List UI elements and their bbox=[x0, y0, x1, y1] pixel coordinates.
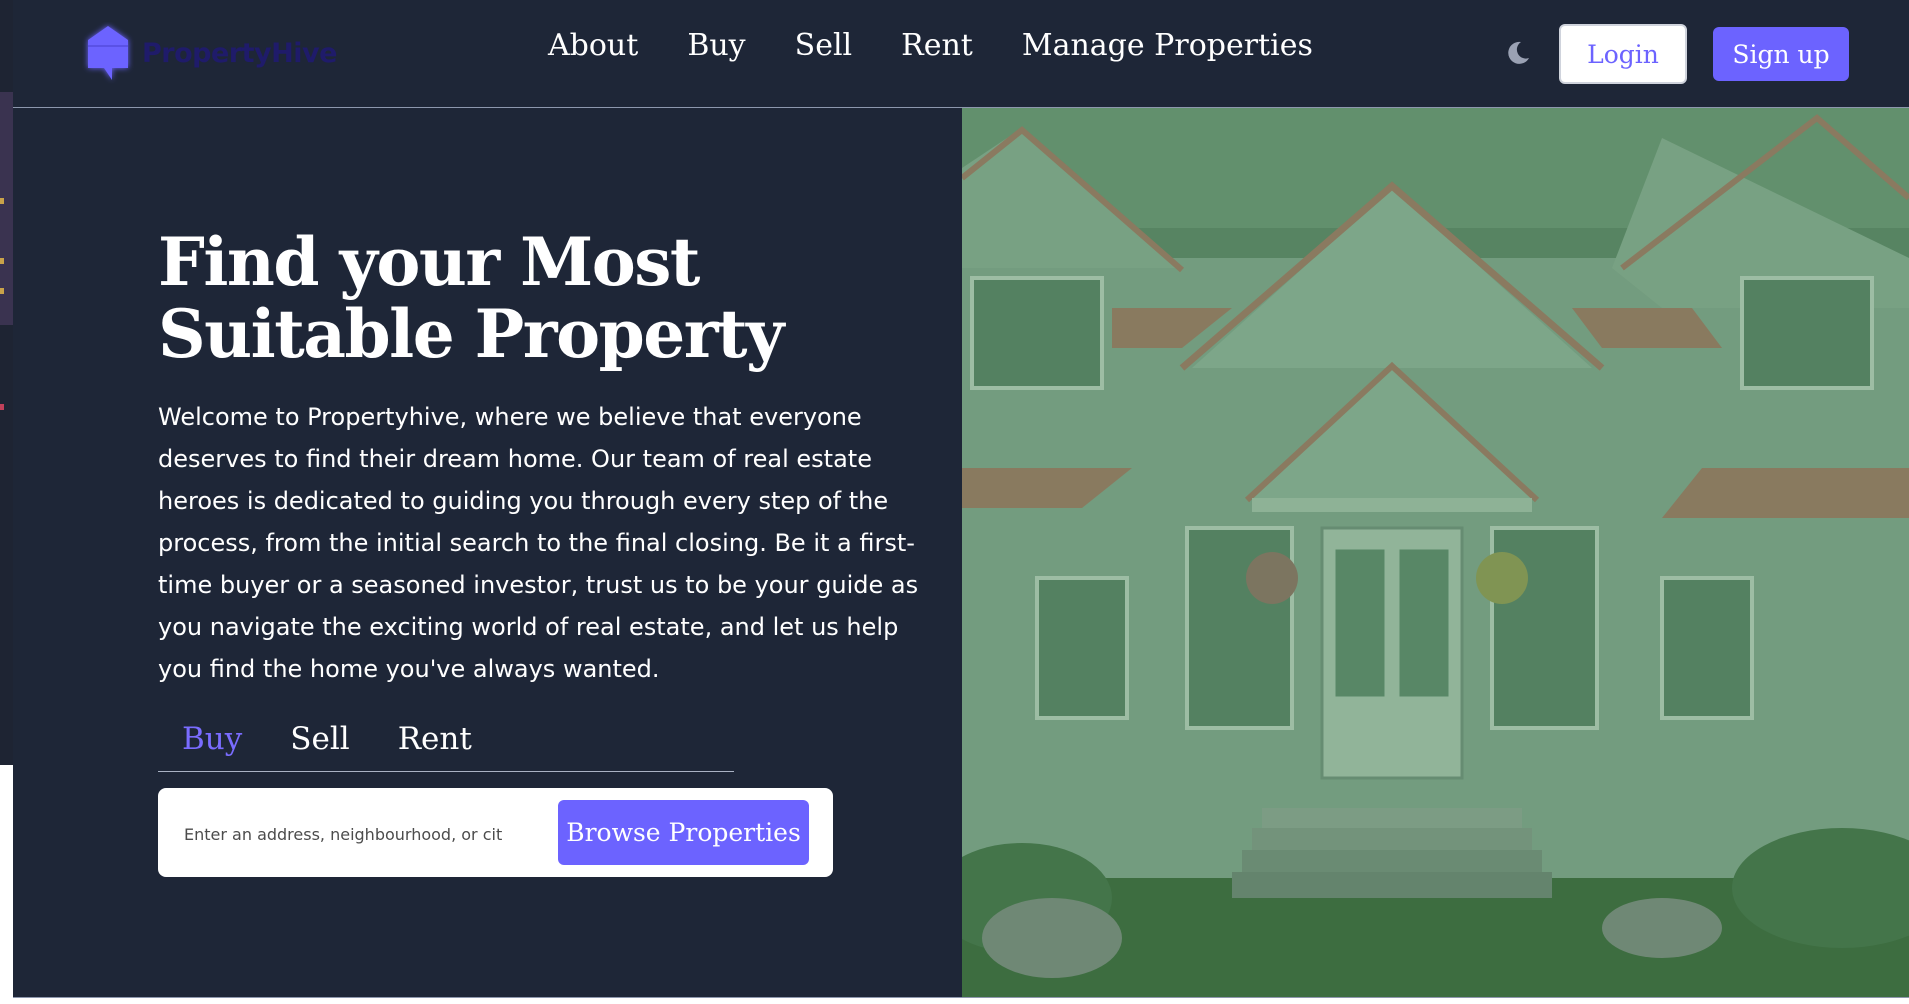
listing-type-tabs: Buy Sell Rent bbox=[158, 716, 734, 772]
page-bottom-edge bbox=[13, 998, 1909, 1004]
house-logo-icon bbox=[88, 26, 128, 80]
main-nav: About Buy Sell Rent Manage Properties bbox=[548, 28, 1313, 63]
tab-buy[interactable]: Buy bbox=[158, 716, 266, 771]
login-button[interactable]: Login bbox=[1559, 24, 1687, 84]
tab-rent[interactable]: Rent bbox=[374, 716, 496, 771]
house-photo bbox=[962, 108, 1909, 998]
nav-link-manage-properties[interactable]: Manage Properties bbox=[1022, 28, 1313, 63]
top-navbar: PropertyHive About Buy Sell Rent Manage … bbox=[13, 0, 1909, 108]
nav-link-sell[interactable]: Sell bbox=[795, 28, 853, 63]
brand-name: PropertyHive bbox=[142, 37, 337, 69]
app-root: PropertyHive About Buy Sell Rent Manage … bbox=[13, 0, 1909, 1004]
signup-button[interactable]: Sign up bbox=[1713, 27, 1849, 81]
tab-sell[interactable]: Sell bbox=[266, 716, 373, 771]
search-card: Browse Properties bbox=[158, 788, 833, 877]
house-illustration bbox=[962, 108, 1909, 998]
hero-content: Find your Most Suitable Property Welcome… bbox=[13, 108, 963, 998]
moon-icon[interactable] bbox=[1502, 38, 1532, 68]
nav-link-about[interactable]: About bbox=[548, 28, 638, 63]
nav-link-rent[interactable]: Rent bbox=[901, 28, 973, 63]
hero-title: Find your Most Suitable Property bbox=[158, 223, 784, 373]
browse-properties-button[interactable]: Browse Properties bbox=[558, 800, 809, 865]
window-edge bbox=[0, 0, 13, 1004]
brand-logo[interactable]: PropertyHive bbox=[82, 22, 337, 84]
nav-link-buy[interactable]: Buy bbox=[687, 28, 745, 63]
hero-description: Welcome to Propertyhive, where we believ… bbox=[158, 403, 919, 683]
address-search-input[interactable] bbox=[182, 810, 546, 858]
